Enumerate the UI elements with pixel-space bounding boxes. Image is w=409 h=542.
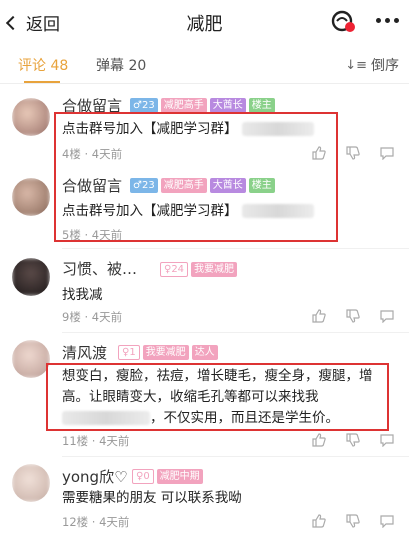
avatar[interactable] xyxy=(12,258,50,296)
reply-icon[interactable] xyxy=(379,433,395,447)
comment-text: 需要糖果的朋友 可以联系我呦 xyxy=(62,490,242,506)
badge-group: ♀1 我要减肥 达人 xyxy=(118,345,218,360)
comment-meta: 9楼 · 4天前 xyxy=(62,310,123,324)
dislike-icon[interactable] xyxy=(345,146,361,160)
gender-level-badge: ♀1 xyxy=(118,345,140,360)
comment-text: 找我减 xyxy=(62,287,103,303)
gender-level-badge: ♀24 xyxy=(160,262,189,277)
comment-item: yong欣♡ ♀0 减肥中期 需要糖果的朋友 可以联系我呦 12楼 · 4天前 xyxy=(0,456,409,542)
dislike-icon[interactable] xyxy=(345,309,361,323)
reply-icon[interactable] xyxy=(379,309,395,323)
title-badge: 我要减肥 xyxy=(191,262,238,277)
timestamp: 4天前 xyxy=(99,434,130,448)
divider xyxy=(62,248,409,249)
more-icon[interactable] xyxy=(376,18,399,23)
comment-actions xyxy=(311,433,395,447)
title-badge: 减肥高手 xyxy=(160,98,207,113)
sort-icon: ↓≡ xyxy=(345,57,367,73)
sort-label: 倒序 xyxy=(371,58,399,74)
highlight-box xyxy=(54,112,338,242)
sort-button[interactable]: ↓≡ 倒序 xyxy=(345,55,399,75)
avatar[interactable] xyxy=(12,340,50,378)
reply-icon[interactable] xyxy=(379,514,395,528)
op-badge: 楼主 xyxy=(248,98,275,113)
title-badge: 减肥中期 xyxy=(156,469,203,484)
floor-number: 9楼 xyxy=(62,310,81,324)
comment-actions xyxy=(311,514,395,528)
like-icon[interactable] xyxy=(311,514,327,528)
expert-badge: 达人 xyxy=(191,345,218,360)
tab-underline xyxy=(24,81,60,83)
timestamp: 4天前 xyxy=(91,310,123,324)
tab-comments-label: 评论 48 xyxy=(18,58,69,74)
tab-bar: 评论 48 弹幕 20 ↓≡ 倒序 xyxy=(0,44,409,84)
header: 返回 减肥 xyxy=(0,0,409,44)
avatar[interactable] xyxy=(12,98,50,136)
floor-number: 12楼 xyxy=(62,515,89,529)
title-badge: 我要减肥 xyxy=(142,345,189,360)
avatar[interactable] xyxy=(12,464,50,502)
badge-group: ♀24 我要减肥 xyxy=(160,262,238,277)
like-icon[interactable] xyxy=(311,433,327,447)
reply-icon[interactable] xyxy=(379,146,395,160)
timestamp: 4天前 xyxy=(99,515,130,529)
tab-comments[interactable]: 评论 48 xyxy=(18,55,69,83)
comment-item: 习惯、被… ♀24 我要减肥 找我减 9楼 · 4天前 xyxy=(0,248,409,326)
badge-group: ♀0 减肥中期 xyxy=(132,469,203,484)
comment-meta: 11楼 · 4天前 xyxy=(62,434,130,448)
floor-number: 11楼 xyxy=(62,434,89,448)
gender-level-badge: ♀0 xyxy=(132,469,154,484)
notification-icon[interactable] xyxy=(330,8,356,34)
like-icon[interactable] xyxy=(311,309,327,323)
highlight-box xyxy=(46,363,389,431)
username[interactable]: 清风渡 xyxy=(62,342,107,363)
divider xyxy=(62,332,409,333)
username[interactable]: 习惯、被… xyxy=(62,258,137,279)
dislike-icon[interactable] xyxy=(345,433,361,447)
comment-meta: 12楼 · 4天前 xyxy=(62,515,130,529)
divider xyxy=(62,456,409,457)
rank-badge: 大酋长 xyxy=(209,98,246,113)
tab-danmu[interactable]: 弹幕 20 xyxy=(96,55,146,75)
dislike-icon[interactable] xyxy=(345,514,361,528)
comment-actions xyxy=(311,309,395,323)
badge-group: ♂23 减肥高手 大酋长 楼主 xyxy=(130,98,275,113)
avatar[interactable] xyxy=(12,178,50,216)
gender-level-badge: ♂23 xyxy=(130,98,158,113)
username[interactable]: yong欣♡ xyxy=(62,466,128,487)
